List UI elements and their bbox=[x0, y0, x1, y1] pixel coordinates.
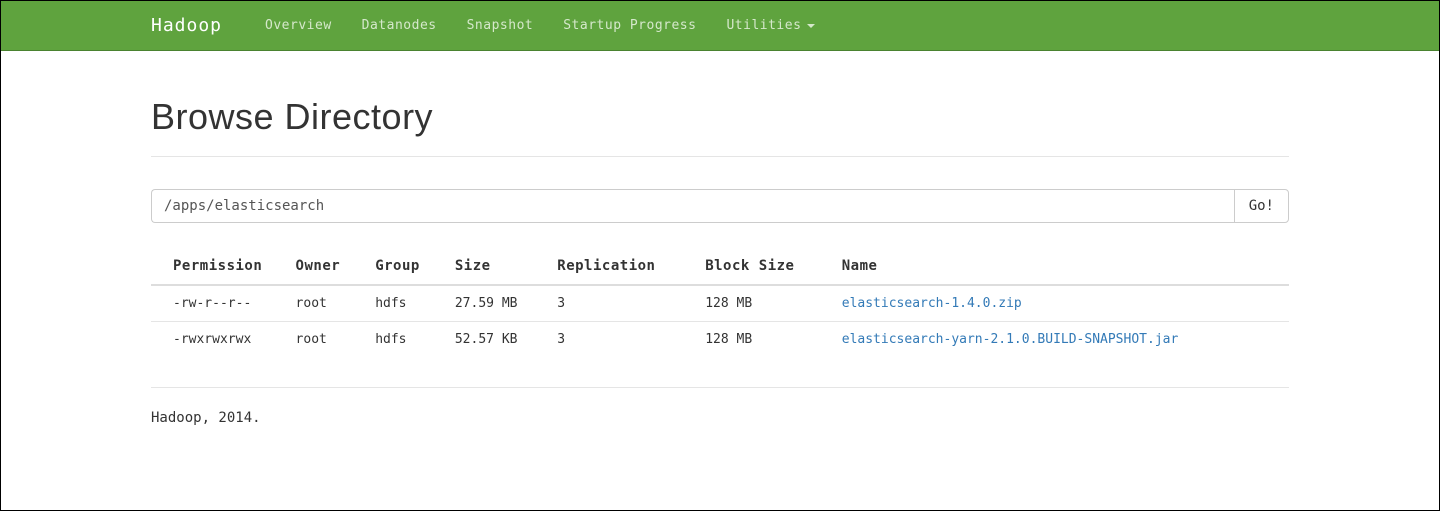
table-header-row: Permission Owner Group Size Replication … bbox=[151, 248, 1289, 285]
cell-replication: 3 bbox=[549, 285, 697, 322]
path-input[interactable] bbox=[151, 189, 1234, 223]
table-row: -rw-r--r-- root hdfs 27.59 MB 3 128 MB e… bbox=[151, 285, 1289, 322]
table-row: -rwxrwxrwx root hdfs 52.57 KB 3 128 MB e… bbox=[151, 322, 1289, 358]
footer-divider bbox=[151, 387, 1289, 388]
page-title: Browse Directory bbox=[151, 96, 1289, 138]
main-container: Browse Directory Go! Permission Owner Gr… bbox=[1, 96, 1439, 426]
navbar: Hadoop Overview Datanodes Snapshot Start… bbox=[1, 1, 1439, 51]
cell-replication: 3 bbox=[549, 322, 697, 358]
cell-block-size: 128 MB bbox=[697, 285, 834, 322]
nav-snapshot[interactable]: Snapshot bbox=[452, 1, 549, 51]
header-size: Size bbox=[447, 248, 549, 285]
file-link[interactable]: elasticsearch-1.4.0.zip bbox=[842, 296, 1022, 311]
file-link[interactable]: elasticsearch-yarn-2.1.0.BUILD-SNAPSHOT.… bbox=[842, 332, 1179, 347]
nav-utilities-label: Utilities bbox=[726, 18, 801, 33]
cell-permission: -rwxrwxrwx bbox=[151, 322, 288, 358]
cell-size: 52.57 KB bbox=[447, 322, 549, 358]
header-owner: Owner bbox=[288, 248, 368, 285]
cell-permission: -rw-r--r-- bbox=[151, 285, 288, 322]
cell-name: elasticsearch-1.4.0.zip bbox=[834, 285, 1289, 322]
chevron-down-icon bbox=[807, 24, 815, 28]
header-block-size: Block Size bbox=[697, 248, 834, 285]
nav-utilities[interactable]: Utilities bbox=[711, 1, 830, 51]
footer-text: Hadoop, 2014. bbox=[151, 410, 1289, 426]
cell-group: hdfs bbox=[367, 285, 447, 322]
cell-name: elasticsearch-yarn-2.1.0.BUILD-SNAPSHOT.… bbox=[834, 322, 1289, 358]
go-button[interactable]: Go! bbox=[1234, 189, 1289, 223]
header-permission: Permission bbox=[151, 248, 288, 285]
nav-startup-progress[interactable]: Startup Progress bbox=[548, 1, 711, 51]
cell-block-size: 128 MB bbox=[697, 322, 834, 358]
brand[interactable]: Hadoop bbox=[151, 15, 222, 36]
cell-size: 27.59 MB bbox=[447, 285, 549, 322]
cell-group: hdfs bbox=[367, 322, 447, 358]
header-group: Group bbox=[367, 248, 447, 285]
title-divider bbox=[151, 156, 1289, 157]
cell-owner: root bbox=[288, 322, 368, 358]
header-replication: Replication bbox=[549, 248, 697, 285]
nav-datanodes[interactable]: Datanodes bbox=[347, 1, 452, 51]
header-name: Name bbox=[834, 248, 1289, 285]
nav-overview[interactable]: Overview bbox=[250, 1, 347, 51]
cell-owner: root bbox=[288, 285, 368, 322]
path-input-group: Go! bbox=[151, 189, 1289, 223]
directory-table: Permission Owner Group Size Replication … bbox=[151, 248, 1289, 357]
